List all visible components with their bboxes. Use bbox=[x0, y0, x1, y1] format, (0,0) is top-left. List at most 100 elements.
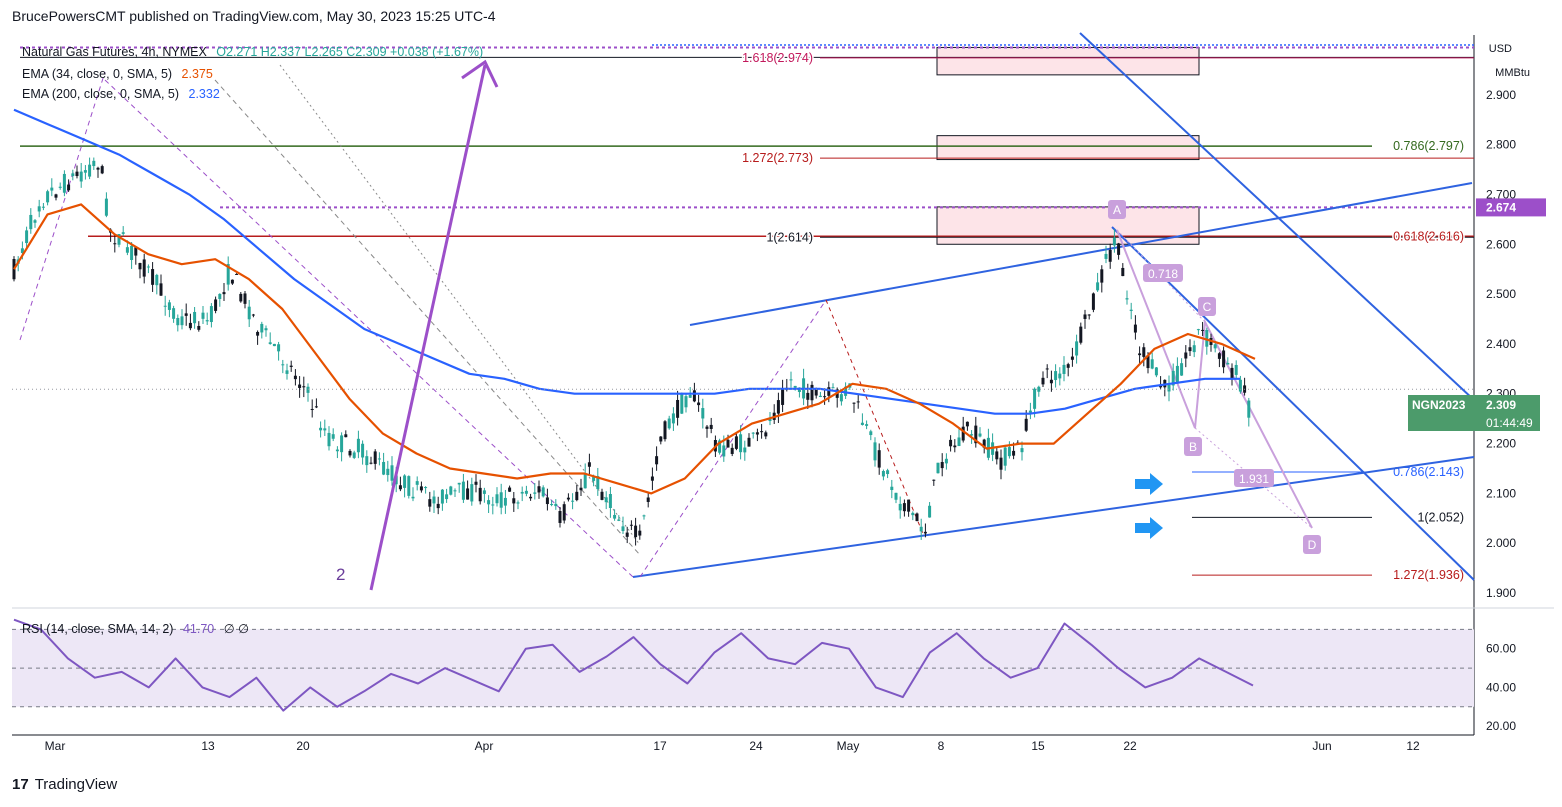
candle-body bbox=[1003, 447, 1007, 466]
candle-body bbox=[180, 316, 184, 326]
candle-body bbox=[62, 173, 66, 193]
candle-body bbox=[121, 232, 125, 234]
candle-body bbox=[1129, 309, 1133, 311]
pattern-point-label: D bbox=[1308, 538, 1317, 552]
candle-body bbox=[155, 274, 159, 286]
candle-body bbox=[932, 479, 936, 481]
x-tick-label: 15 bbox=[1031, 739, 1045, 753]
footer-brand: TradingView bbox=[34, 776, 118, 793]
candle-body bbox=[650, 476, 654, 481]
legend-ema34: EMA (34, close, 0, SMA, 5) bbox=[22, 67, 173, 81]
trend-line bbox=[689, 182, 1473, 326]
candle-body bbox=[146, 266, 150, 268]
candle-body bbox=[256, 331, 260, 336]
candle-body bbox=[999, 457, 1003, 470]
candle-body bbox=[907, 499, 911, 512]
x-tick-label: 24 bbox=[749, 739, 763, 753]
candle-body bbox=[138, 263, 142, 270]
candle-body bbox=[877, 450, 881, 468]
candle-body bbox=[1062, 364, 1066, 374]
candle-body bbox=[470, 484, 474, 502]
candle-body bbox=[1020, 448, 1024, 453]
candle-body bbox=[100, 166, 104, 174]
candle-body bbox=[1087, 314, 1091, 316]
candle-body bbox=[411, 496, 415, 499]
pattern-point-label: C bbox=[1203, 300, 1212, 314]
candle-body bbox=[184, 313, 188, 316]
candle-body bbox=[172, 308, 176, 319]
candle-body bbox=[348, 450, 352, 456]
candle-body bbox=[130, 245, 134, 261]
candle-body bbox=[629, 524, 633, 526]
pattern-point-label: B bbox=[1189, 440, 1197, 454]
candle-body bbox=[335, 449, 339, 452]
candle-body bbox=[743, 447, 747, 453]
candle-body bbox=[167, 302, 171, 310]
candle-body bbox=[537, 486, 541, 493]
candle-body bbox=[205, 320, 209, 322]
candle-body bbox=[1104, 253, 1108, 259]
x-tick-label: May bbox=[837, 739, 860, 753]
candle-body bbox=[142, 259, 146, 277]
chart-canvas[interactable]: 2.9002.8002.7002.6002.5002.4002.3002.200… bbox=[0, 0, 1562, 807]
candle-body bbox=[604, 497, 608, 503]
y-tick-label: 2.600 bbox=[1486, 237, 1516, 251]
candle-body bbox=[1154, 367, 1158, 376]
axis-unit: MMBtu bbox=[1495, 67, 1530, 79]
candle-body bbox=[79, 171, 83, 182]
candle-body bbox=[827, 387, 831, 396]
candle-body bbox=[281, 364, 285, 366]
candle-body bbox=[886, 470, 890, 475]
candle-body bbox=[789, 379, 793, 381]
candle-body bbox=[751, 432, 755, 434]
candle-body bbox=[1041, 377, 1045, 385]
candle-body bbox=[533, 492, 537, 494]
candle-body bbox=[793, 385, 797, 388]
candle-body bbox=[218, 293, 222, 300]
candle-body bbox=[655, 456, 659, 465]
candle-body bbox=[319, 427, 323, 431]
candle-body bbox=[277, 344, 281, 352]
candle-body bbox=[1222, 350, 1226, 368]
candle-body bbox=[365, 456, 369, 466]
pattern-ratio-label: 1.931 bbox=[1239, 472, 1269, 486]
y-tick-label: 2.800 bbox=[1486, 138, 1516, 152]
candle-body bbox=[1091, 293, 1095, 310]
x-tick-label: 13 bbox=[201, 739, 215, 753]
rsi-tick-label: 60.00 bbox=[1486, 642, 1516, 656]
candle-body bbox=[54, 194, 58, 198]
candle-body bbox=[1230, 367, 1234, 379]
candle-body bbox=[1247, 400, 1251, 418]
pattern-dashed-line bbox=[104, 79, 634, 578]
candle-body bbox=[818, 395, 822, 397]
pattern-ratio-label: 0.718 bbox=[1148, 267, 1178, 281]
candle-body bbox=[600, 491, 604, 500]
candle-body bbox=[1133, 324, 1137, 333]
candle-body bbox=[222, 292, 226, 295]
candle-body bbox=[37, 206, 41, 212]
candle-body bbox=[356, 438, 360, 453]
candle-body bbox=[403, 475, 407, 488]
candle-body bbox=[432, 496, 436, 504]
candle-body bbox=[398, 485, 402, 490]
candle-body bbox=[776, 400, 780, 414]
candle-body bbox=[474, 481, 478, 485]
candle-body bbox=[1226, 362, 1230, 365]
candle-body bbox=[260, 323, 264, 333]
legend-rsi-row: RSI (14, close, SMA, 14, 2) 41.70 ∅ ∅ bbox=[22, 621, 255, 636]
candle-body bbox=[1213, 344, 1217, 349]
candle-body bbox=[512, 498, 516, 504]
candle-body bbox=[856, 401, 860, 403]
candle-body bbox=[235, 273, 239, 275]
candle-body bbox=[571, 500, 575, 502]
candle-body bbox=[516, 502, 520, 504]
candle-body bbox=[852, 402, 856, 404]
rsi-tick-label: 40.00 bbox=[1486, 680, 1516, 694]
legend-ohlc: O2.271 H2.337 L2.265 C2.309 +0.038 (+1.6… bbox=[216, 45, 484, 59]
candle-body bbox=[545, 497, 549, 505]
candle-body bbox=[1070, 356, 1074, 360]
candle-body bbox=[705, 426, 709, 429]
candle-body bbox=[1167, 384, 1171, 392]
candle-body bbox=[487, 500, 491, 505]
ema34-line bbox=[13, 203, 1256, 495]
